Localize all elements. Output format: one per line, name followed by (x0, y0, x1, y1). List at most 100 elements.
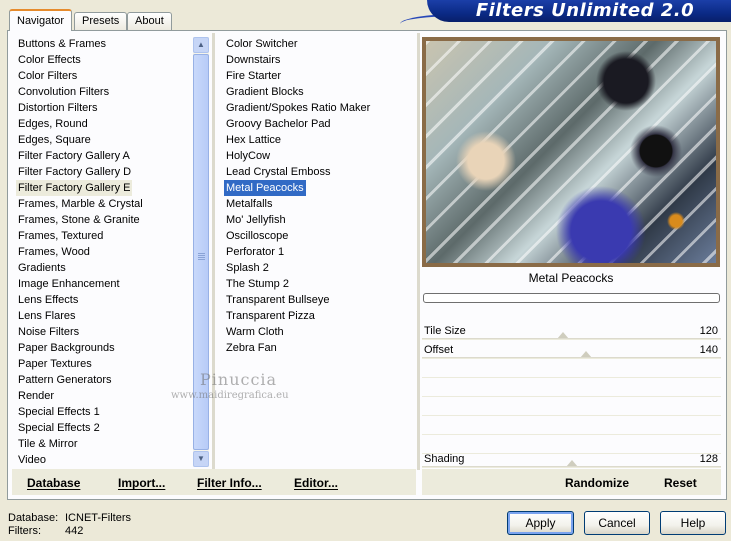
slider-label: Offset (424, 344, 454, 356)
list-item[interactable]: Gradient Blocks (224, 84, 306, 100)
editor-button[interactable]: Editor... (294, 476, 338, 490)
slider-label: Shading (424, 453, 465, 465)
chevron-down-icon: ▼ (197, 454, 205, 463)
grip-line (198, 255, 205, 256)
list-item[interactable]: Edges, Round (16, 116, 90, 132)
list-item[interactable]: Pattern Generators (16, 372, 114, 388)
slider-value: 128 (699, 453, 718, 465)
list-item[interactable]: Image Enhancement (16, 276, 122, 292)
tab-navigator[interactable]: Navigator (9, 9, 73, 31)
list-item[interactable]: Lead Crystal Emboss (224, 164, 333, 180)
list-item[interactable]: Gradients (16, 260, 68, 276)
list-item[interactable]: Frames, Wood (16, 244, 92, 260)
grip-line (198, 259, 205, 260)
slider-empty (422, 379, 721, 397)
parameter-panel: Tile Size 120 Offset 140 Shading 128 (422, 322, 722, 472)
list-item[interactable]: Frames, Stone & Granite (16, 212, 142, 228)
list-item[interactable]: Oscilloscope (224, 228, 290, 244)
help-button[interactable]: Help (660, 511, 726, 535)
slider-value: 140 (699, 344, 718, 356)
grip-line (198, 253, 205, 254)
column-divider (417, 33, 420, 470)
list-item[interactable]: Groovy Bachelor Pad (224, 116, 333, 132)
import-button[interactable]: Import... (118, 476, 165, 490)
category-list[interactable]: Buttons & Frames Color Effects Color Filte… (16, 36, 193, 468)
list-item[interactable]: Metal Peacocks (224, 180, 306, 196)
reset-button[interactable]: Reset (664, 476, 697, 490)
chevron-up-icon: ▲ (197, 40, 205, 49)
list-item[interactable]: Splash 2 (224, 260, 271, 276)
progress-bar (423, 293, 720, 303)
list-item[interactable]: Frames, Marble & Crystal (16, 196, 145, 212)
slider-offset[interactable]: Offset 140 (422, 341, 721, 359)
list-item[interactable]: Color Switcher (224, 36, 300, 52)
list-item[interactable]: The Stump 2 (224, 276, 291, 292)
list-item[interactable]: Convolution Filters (16, 84, 111, 100)
watermark-url: www.maidiregrafica.eu (171, 390, 289, 401)
list-item[interactable]: Buttons & Frames (16, 36, 108, 52)
slider-track (422, 466, 721, 467)
list-item[interactable]: Lens Flares (16, 308, 77, 324)
column-divider (212, 33, 215, 470)
list-item[interactable]: Noise Filters (16, 324, 81, 340)
list-item[interactable]: Filter Factory Gallery E (16, 180, 133, 196)
list-item[interactable]: Special Effects 2 (16, 420, 102, 436)
preview-artwork (426, 41, 716, 263)
list-item[interactable]: Lens Effects (16, 292, 80, 308)
preview-image (422, 37, 720, 267)
list-item[interactable]: Filter Factory Gallery D (16, 164, 133, 180)
slider-tile-size[interactable]: Tile Size 120 (422, 322, 721, 340)
list-item[interactable]: Gradient/Spokes Ratio Maker (224, 100, 372, 116)
list-item[interactable]: Special Effects 1 (16, 404, 102, 420)
filter-list[interactable]: Color Switcher Downstairs Fire Starter Grad… (224, 36, 416, 468)
app-title: Filters Unlimited 2.0 (475, 0, 695, 21)
list-item[interactable]: Fire Starter (224, 68, 283, 84)
scroll-down-button[interactable]: ▼ (193, 451, 209, 467)
slider-empty (422, 360, 721, 378)
list-item[interactable]: Transparent Bullseye (224, 292, 332, 308)
list-item[interactable]: Downstairs (224, 52, 282, 68)
scroll-up-button[interactable]: ▲ (193, 37, 209, 53)
tab-presets[interactable]: Presets (74, 12, 128, 30)
filter-info-button[interactable]: Filter Info... (197, 476, 262, 490)
list-item[interactable]: Metalfalls (224, 196, 274, 212)
list-item[interactable]: Transparent Pizza (224, 308, 317, 324)
list-item[interactable]: HolyCow (224, 148, 272, 164)
slider-label: Tile Size (424, 325, 466, 337)
list-item[interactable]: Tile & Mirror (16, 436, 79, 452)
filters-count-label: Filters: (8, 525, 41, 537)
list-item[interactable]: Paper Textures (16, 356, 94, 372)
slider-track (422, 338, 721, 339)
list-item[interactable]: Color Filters (16, 68, 79, 84)
list-item[interactable]: Zebra Fan (224, 340, 279, 356)
slider-shading[interactable]: Shading 128 (422, 450, 721, 468)
list-item[interactable]: Render (16, 388, 56, 404)
slider-value: 120 (699, 325, 718, 337)
filters-count-value: 442 (65, 525, 84, 537)
database-value: ICNET-Filters (65, 512, 131, 524)
list-item[interactable]: Edges, Square (16, 132, 93, 148)
list-item[interactable]: Paper Backgrounds (16, 340, 117, 356)
category-scrollbar[interactable]: ▲ ▼ (193, 37, 209, 467)
randomize-button[interactable]: Randomize (565, 476, 629, 490)
cancel-button[interactable]: Cancel (584, 511, 650, 535)
tab-about[interactable]: About (127, 12, 172, 30)
list-item[interactable]: Color Effects (16, 52, 83, 68)
list-item[interactable]: Frames, Textured (16, 228, 105, 244)
list-item[interactable]: Perforator 1 (224, 244, 286, 260)
list-item[interactable]: Hex Lattice (224, 132, 283, 148)
watermark-name: Pinuccia (200, 370, 278, 389)
list-item[interactable]: Video (16, 452, 48, 468)
slider-empty (422, 398, 721, 416)
list-item[interactable]: Distortion Filters (16, 100, 99, 116)
slider-track (422, 357, 721, 358)
database-button[interactable]: Database (27, 476, 80, 490)
slider-empty (422, 417, 721, 435)
list-item[interactable]: Filter Factory Gallery A (16, 148, 132, 164)
apply-button[interactable]: Apply (507, 511, 574, 535)
preview-filter-name: Metal Peacocks (528, 271, 614, 285)
database-label: Database: (8, 512, 59, 524)
list-item[interactable]: Mo' Jellyfish (224, 212, 288, 228)
grip-line (198, 257, 205, 258)
list-item[interactable]: Warm Cloth (224, 324, 286, 340)
